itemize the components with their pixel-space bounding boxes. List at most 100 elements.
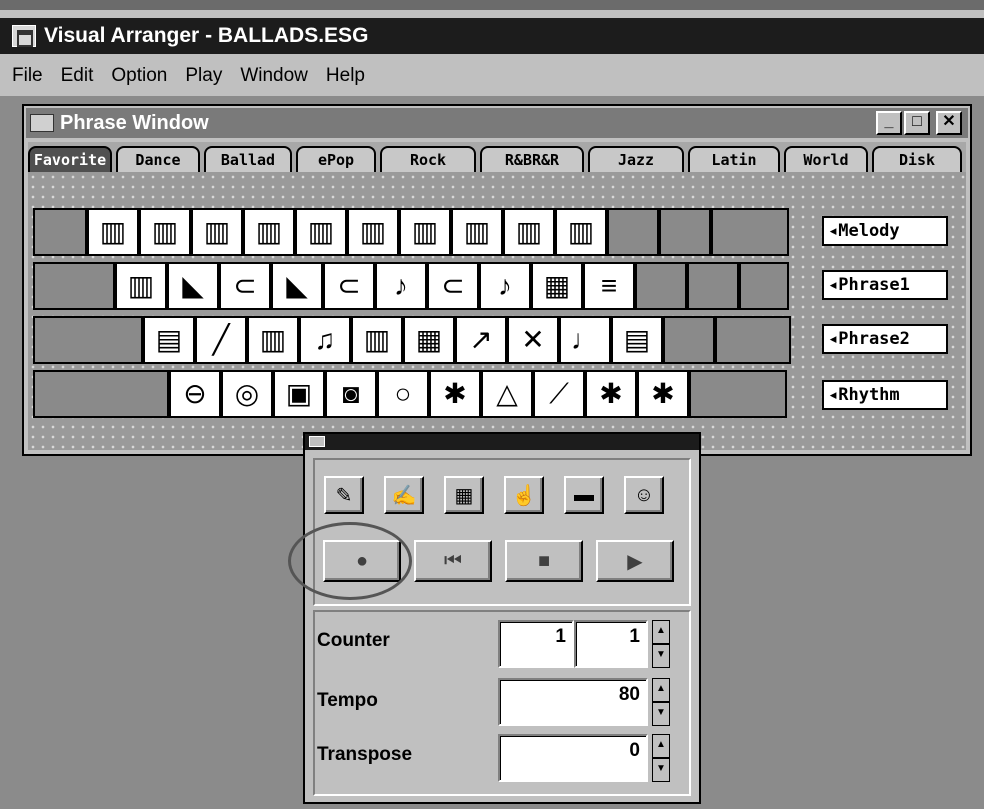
spin-up-icon[interactable]: ▲ xyxy=(652,678,670,702)
menu-edit[interactable]: Edit xyxy=(61,65,94,87)
tab-epop[interactable]: ePop xyxy=(296,146,376,172)
vibraphone-icon[interactable]: ▥ xyxy=(115,262,167,310)
control-panel-titlebar[interactable] xyxy=(305,434,699,450)
brass-section-icon[interactable]: ≡ xyxy=(583,262,635,310)
cymbal-icon[interactable]: ⊖ xyxy=(169,370,221,418)
trumpet-icon[interactable]: ⊂ xyxy=(323,262,375,310)
spin-down-icon[interactable]: ▼ xyxy=(652,644,670,668)
empty-slot[interactable] xyxy=(33,208,87,256)
empty-slot[interactable] xyxy=(33,316,143,364)
tab-disk[interactable]: Disk xyxy=(872,146,962,172)
track-label-phrase1[interactable]: ◂Phrase1 xyxy=(822,270,948,300)
vibraphone-icon[interactable]: ▥ xyxy=(451,208,503,256)
track-label-phrase2[interactable]: ◂Phrase2 xyxy=(822,324,948,354)
rewind-button[interactable]: ⏮ xyxy=(414,540,492,582)
vibraphone-icon[interactable]: ▥ xyxy=(503,208,555,256)
trumpet-icon[interactable]: ⊂ xyxy=(427,262,479,310)
grand-piano-icon[interactable]: ◣ xyxy=(167,262,219,310)
vibraphone-icon[interactable]: ▥ xyxy=(295,208,347,256)
grid-icon[interactable]: ▦ xyxy=(444,476,484,514)
grand-piano-icon[interactable]: ◣ xyxy=(271,262,323,310)
keyboard-icon[interactable]: ▬ xyxy=(564,476,604,514)
empty-slot[interactable] xyxy=(659,208,711,256)
drummer-icon[interactable]: ✱ xyxy=(429,370,481,418)
keyboard-icon[interactable]: ▤ xyxy=(143,316,195,364)
menu-window[interactable]: Window xyxy=(240,65,308,87)
tab-latin[interactable]: Latin xyxy=(688,146,780,172)
maximize-button[interactable]: □ xyxy=(904,111,930,135)
drum-kit-icon[interactable]: ▣ xyxy=(273,370,325,418)
menu-help[interactable]: Help xyxy=(326,65,365,87)
empty-slot[interactable] xyxy=(739,262,789,310)
empty-slot[interactable] xyxy=(607,208,659,256)
empty-slot[interactable] xyxy=(33,370,169,418)
tempo-spinner[interactable]: ▲ ▼ xyxy=(652,678,670,726)
tab-ballad[interactable]: Ballad xyxy=(204,146,292,172)
vibraphone-icon[interactable]: ▥ xyxy=(351,316,403,364)
clarinet-icon[interactable]: ╱ xyxy=(195,316,247,364)
tab-rock[interactable]: Rock xyxy=(380,146,476,172)
counter-spinner[interactable]: ▲ ▼ xyxy=(652,620,670,668)
vibraphone-icon[interactable]: ▥ xyxy=(555,208,607,256)
vibraphone-icon[interactable]: ▥ xyxy=(247,316,299,364)
spin-down-icon[interactable]: ▼ xyxy=(652,758,670,782)
spin-up-icon[interactable]: ▲ xyxy=(652,734,670,758)
counter-measure-field[interactable]: 1 xyxy=(498,620,574,668)
vibraphone-icon[interactable]: ▥ xyxy=(347,208,399,256)
violin-icon[interactable]: ♫ xyxy=(299,316,351,364)
trumpet-icon[interactable]: ⊂ xyxy=(219,262,271,310)
tab-jazz[interactable]: Jazz xyxy=(588,146,684,172)
vibraphone-icon[interactable]: ▥ xyxy=(243,208,295,256)
empty-slot[interactable] xyxy=(715,316,791,364)
empty-slot[interactable] xyxy=(687,262,739,310)
maracas-icon[interactable]: ⟋ xyxy=(533,370,585,418)
counter-beat-field[interactable]: 1 xyxy=(574,620,648,668)
congas-icon[interactable]: ◙ xyxy=(325,370,377,418)
vibraphone-icon[interactable]: ▥ xyxy=(191,208,243,256)
snare-drum-icon[interactable]: ◎ xyxy=(221,370,273,418)
drummer-icon[interactable]: ✱ xyxy=(585,370,637,418)
note-input-icon[interactable]: ✎ xyxy=(324,476,364,514)
vibraphone-icon[interactable]: ▥ xyxy=(399,208,451,256)
stop-button[interactable]: ■ xyxy=(505,540,583,582)
drummer-icon[interactable]: ✱ xyxy=(637,370,689,418)
empty-slot[interactable] xyxy=(663,316,715,364)
electric-guitar-icon[interactable]: ↗ xyxy=(455,316,507,364)
organ-icon[interactable]: ▦ xyxy=(403,316,455,364)
tempo-field[interactable]: 80 xyxy=(498,678,648,726)
vibraphone-icon[interactable]: ▥ xyxy=(87,208,139,256)
system-menu-icon[interactable] xyxy=(309,436,325,447)
saxophone-icon[interactable]: ♪ xyxy=(479,262,531,310)
smiley-icon[interactable]: ☺ xyxy=(624,476,664,514)
organ-icon[interactable]: ▦ xyxy=(531,262,583,310)
spin-down-icon[interactable]: ▼ xyxy=(652,702,670,726)
saxophone-icon[interactable]: ♪ xyxy=(375,262,427,310)
tab-favorite[interactable]: Favorite xyxy=(28,146,112,172)
tab-rbrr[interactable]: R&BR&R xyxy=(480,146,584,172)
empty-slot[interactable] xyxy=(711,208,789,256)
tab-dance[interactable]: Dance xyxy=(116,146,200,172)
bass-guitars-icon[interactable]: ♩ xyxy=(559,316,611,364)
tab-world[interactable]: World xyxy=(784,146,868,172)
menu-play[interactable]: Play xyxy=(185,65,222,87)
menu-file[interactable]: File xyxy=(12,65,43,87)
vibraphone-icon[interactable]: ▥ xyxy=(139,208,191,256)
transpose-spinner[interactable]: ▲ ▼ xyxy=(652,734,670,782)
keyboard-icon[interactable]: ▤ xyxy=(611,316,663,364)
track-label-rhythm[interactable]: ◂Rhythm xyxy=(822,380,948,410)
crossed-guitars-icon[interactable]: ✕ xyxy=(507,316,559,364)
spin-up-icon[interactable]: ▲ xyxy=(652,620,670,644)
transpose-field[interactable]: 0 xyxy=(498,734,648,782)
minimize-button[interactable]: _ xyxy=(876,111,902,135)
bongos-icon[interactable]: ○ xyxy=(377,370,429,418)
track-label-melody[interactable]: ◂Melody xyxy=(822,216,948,246)
menu-option[interactable]: Option xyxy=(111,65,167,87)
score-edit-icon[interactable]: ✍ xyxy=(384,476,424,514)
hand-pointer-icon[interactable]: ☝ xyxy=(504,476,544,514)
triangle-icon[interactable]: △ xyxy=(481,370,533,418)
phrase-window-titlebar[interactable]: Phrase Window xyxy=(26,108,968,138)
empty-slot[interactable] xyxy=(635,262,687,310)
play-button[interactable]: ▶ xyxy=(596,540,674,582)
empty-slot[interactable] xyxy=(689,370,787,418)
empty-slot[interactable] xyxy=(33,262,115,310)
